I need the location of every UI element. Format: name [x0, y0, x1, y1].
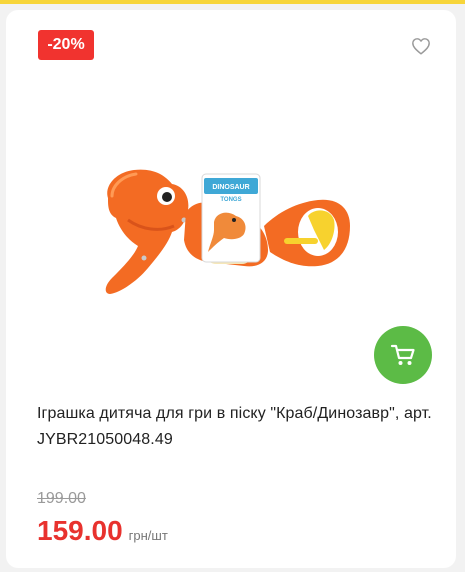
current-price: 159.00	[37, 515, 123, 546]
product-card[interactable]: -20% DINOSAUR TONGS Іграшка дитяча для г…	[6, 10, 456, 568]
favorite-button[interactable]	[410, 35, 432, 57]
product-title[interactable]: Іграшка дитяча для гри в піску "Краб/Дин…	[37, 401, 437, 453]
add-to-cart-button[interactable]	[374, 326, 432, 384]
top-accent-stripe	[0, 0, 465, 4]
discount-badge: -20%	[38, 30, 94, 60]
price-row: 159.00 грн/шт	[37, 515, 168, 547]
image-label-line2: TONGS	[220, 197, 241, 203]
price-unit: грн/шт	[128, 528, 168, 543]
product-image[interactable]: DINOSAUR TONGS	[98, 160, 354, 305]
image-label-line1: DINOSAUR	[212, 184, 249, 191]
heart-outline-icon	[412, 38, 430, 55]
shopping-cart-icon	[390, 344, 415, 365]
old-price: 199.00	[37, 490, 86, 507]
